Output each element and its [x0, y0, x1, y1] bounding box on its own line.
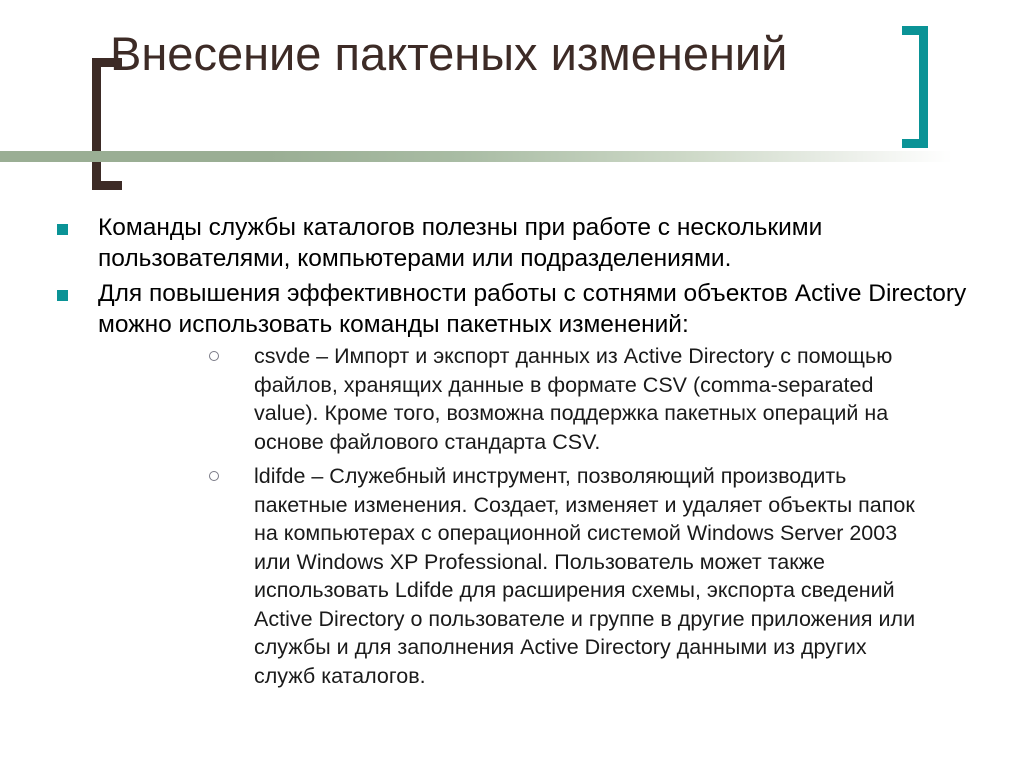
sub-bullet-item-csvde: csvde – Импорт и экспорт данных из Activ… [98, 342, 980, 456]
bullet-list-level-1: Команды службы каталогов полезны при раб… [0, 212, 1024, 690]
bullet-list-level-2: csvde – Импорт и экспорт данных из Activ… [98, 342, 980, 690]
sub-bullet-item-ldifde-text: ldifde – Служебный инструмент, позволяющ… [254, 464, 916, 688]
ring-bullet-icon [209, 351, 219, 361]
sub-bullet-item-csvde-text: csvde – Импорт и экспорт данных из Activ… [254, 344, 893, 454]
bullet-item-2: Для повышения эффективности работы с сот… [0, 278, 1024, 690]
slide-body: Команды службы каталогов полезны при раб… [0, 212, 1024, 696]
bullet-item-1: Команды службы каталогов полезны при раб… [0, 212, 1024, 274]
bullet-item-1-text: Команды службы каталогов полезны при раб… [98, 214, 823, 272]
right-square-bracket-icon [902, 26, 928, 148]
gradient-divider [0, 151, 1024, 162]
slide-title: Внесение пактеных изменений [110, 27, 788, 80]
bullet-item-2-text: Для повышения эффективности работы с сот… [98, 280, 967, 338]
square-bullet-icon [57, 224, 68, 235]
square-bullet-icon [57, 290, 68, 301]
ring-bullet-icon [209, 471, 219, 481]
slide-canvas: Внесение пактеных изменений Команды служ… [0, 0, 1024, 768]
sub-bullet-item-ldifde: ldifde – Служебный инструмент, позволяющ… [98, 462, 980, 690]
